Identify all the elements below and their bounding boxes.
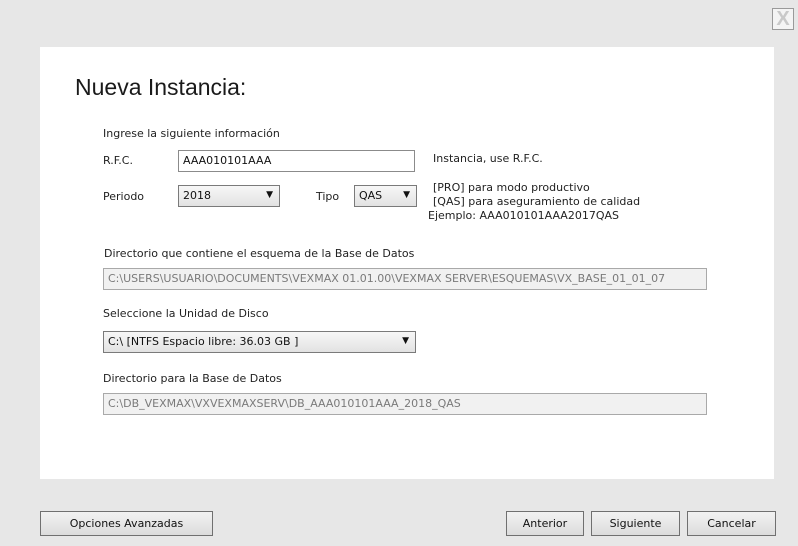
tipo-hint-qas: [QAS] para aseguramiento de calidad [433,195,641,208]
close-button[interactable]: X [772,8,794,30]
periodo-label: Periodo [103,190,145,203]
schema-dir-field[interactable]: C:\USERS\USUARIO\DOCUMENTS\VEXMAX 01.01.… [103,268,707,290]
periodo-value: 2018 [183,189,211,202]
page-title: Nueva Instancia: [75,74,247,100]
chevron-down-icon: ▼ [402,336,409,346]
disk-label: Seleccione la Unidad de Disco [103,307,269,320]
chevron-down-icon: ▼ [266,190,273,200]
tipo-hint-pro: [PRO] para modo productivo [433,181,590,194]
disk-value: C:\ [NTFS Espacio libre: 36.03 GB ] [108,335,299,348]
db-dir-label: Directorio para la Base de Datos [103,372,282,385]
tipo-value: QAS [359,189,383,202]
cancel-button[interactable]: Cancelar [687,511,776,536]
disk-select[interactable]: C:\ [NTFS Espacio libre: 36.03 GB ] ▼ [103,331,416,353]
tipo-label: Tipo [316,190,340,203]
wizard-panel: Nueva Instancia: Ingrese la siguiente in… [40,47,774,479]
advanced-options-button[interactable]: Opciones Avanzadas [40,511,213,536]
rfc-label: R.F.C. [103,154,133,167]
next-button[interactable]: Siguiente [591,511,680,536]
intro-label: Ingrese la siguiente información [103,127,280,140]
periodo-select[interactable]: 2018 ▼ [178,185,280,207]
rfc-input[interactable]: AAA010101AAA [178,150,415,172]
close-icon: X [776,8,790,30]
back-button[interactable]: Anterior [506,511,584,536]
db-dir-field[interactable]: C:\DB_VEXMAX\VXVEXMAXSERV\DB_AAA010101AA… [103,393,707,415]
tipo-example: Ejemplo: AAA010101AAA2017QAS [428,209,619,222]
chevron-down-icon: ▼ [403,190,410,200]
rfc-hint: Instancia, use R.F.C. [433,152,543,165]
schema-dir-label: Directorio que contiene el esquema de la… [104,247,415,260]
tipo-select[interactable]: QAS ▼ [354,185,417,207]
